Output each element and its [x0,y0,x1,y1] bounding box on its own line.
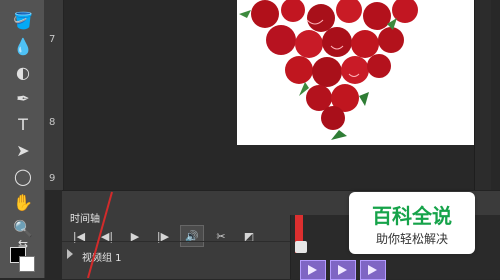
ruler-number: 8 [49,117,56,128]
timeline-title: 时间轴 [70,214,100,225]
ruler-number: 9 [49,173,56,184]
pen-icon[interactable]: ✒ [10,86,36,110]
paint-bucket-icon[interactable]: 🪣 [10,8,36,32]
dodge-icon[interactable]: ◐ [10,60,36,84]
watermark-tagline: 助你轻松解决 [375,232,448,246]
tool-panel: 🪣 💧 ◐ ✒ T ➤ ◯ ✋ 🔍 ⇆ [0,0,45,278]
expand-arrow-icon[interactable] [67,249,73,259]
ellipse-icon[interactable]: ◯ [10,164,36,188]
color-swatches[interactable] [10,247,40,277]
video-clip[interactable] [300,260,326,280]
hand-icon[interactable]: ✋ [10,190,36,214]
vertical-ruler: 7 8 9 [44,0,64,190]
path-select-icon[interactable]: ➤ [10,138,36,162]
watermark-brand: 百科全说 [372,204,452,228]
ruler-number: 7 [49,34,56,45]
watermark: 百科全说 助你轻松解决 [349,192,475,254]
video-group-row[interactable]: 视频组 1 [62,241,290,266]
video-clip[interactable] [330,260,356,280]
rose-heart-image [239,0,418,140]
track-name: 视频组 1 [82,253,122,264]
type-icon[interactable]: T [10,112,36,136]
document-canvas[interactable] [237,0,477,145]
video-clip[interactable] [360,260,386,280]
playhead-handle[interactable] [295,241,307,253]
scroll-strip [474,0,491,190]
background-color[interactable] [19,256,35,272]
blur-icon[interactable]: 💧 [10,34,36,58]
